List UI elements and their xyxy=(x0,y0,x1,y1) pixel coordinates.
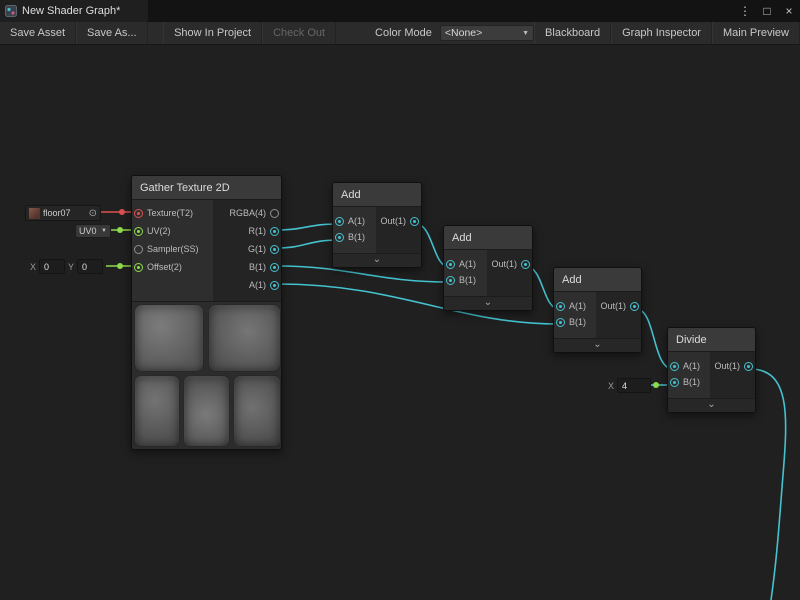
input-row-sampler: Sampler(SS) xyxy=(132,240,213,258)
out-output-port[interactable] xyxy=(521,260,530,269)
collapse-chevron-icon[interactable]: ⌄ xyxy=(444,296,532,310)
input-row-b: B(1) xyxy=(333,229,376,245)
b-output-port[interactable] xyxy=(270,263,279,272)
out-output-port[interactable] xyxy=(630,302,639,311)
uv-channel-dropdown[interactable]: UV0 ▼ xyxy=(75,224,111,238)
shader-graph-icon xyxy=(5,5,17,17)
node-title[interactable]: Divide xyxy=(668,328,755,352)
output-row-a: A(1) xyxy=(213,276,281,294)
save-asset-button[interactable]: Save Asset xyxy=(0,22,76,44)
b-input-port[interactable] xyxy=(446,276,455,285)
out-output-port[interactable] xyxy=(744,362,753,371)
b-input-port[interactable] xyxy=(556,318,565,327)
graph-tab[interactable]: New Shader Graph* xyxy=(0,0,148,22)
offset-input-port[interactable] xyxy=(134,263,143,272)
node-title[interactable]: Gather Texture 2D xyxy=(132,176,281,200)
check-out-button: Check Out xyxy=(262,22,336,44)
node-divide[interactable]: Divide A(1) B(1) Out(1) ⌄ xyxy=(667,327,756,413)
divide-b-field: X 4 xyxy=(608,378,651,393)
node-add-2[interactable]: Add A(1) B(1) Out(1) ⌄ xyxy=(443,225,533,311)
collapse-chevron-icon[interactable]: ⌄ xyxy=(333,253,421,267)
node-add-3[interactable]: Add A(1) B(1) Out(1) ⌄ xyxy=(553,267,642,353)
input-row-a: A(1) xyxy=(554,298,596,314)
a-input-port[interactable] xyxy=(670,362,679,371)
divide-b-label: X xyxy=(608,381,614,391)
input-row-a: A(1) xyxy=(444,256,487,272)
node-title[interactable]: Add xyxy=(554,268,641,292)
output-row-out: Out(1) xyxy=(710,358,755,374)
offset-y-label: Y xyxy=(68,262,74,272)
a-output-port[interactable] xyxy=(270,281,279,290)
node-title[interactable]: Add xyxy=(333,183,421,207)
output-row-rgba: RGBA(4) xyxy=(213,204,281,222)
input-row-offset: Offset(2) xyxy=(132,258,213,276)
output-row-g: G(1) xyxy=(213,240,281,258)
color-mode-label: Color Mode xyxy=(367,22,440,44)
output-row-r: R(1) xyxy=(213,222,281,240)
input-row-b: B(1) xyxy=(444,272,487,288)
b-input-port[interactable] xyxy=(335,233,344,242)
r-output-port[interactable] xyxy=(270,227,279,236)
collapse-chevron-icon[interactable]: ⌄ xyxy=(668,398,755,412)
b-input-port[interactable] xyxy=(670,378,679,387)
offset-x-label: X xyxy=(30,262,36,272)
window-maximize-icon[interactable]: □ xyxy=(760,4,774,18)
texture-object-field[interactable]: floor07 ⊙ xyxy=(25,205,101,221)
save-as-button[interactable]: Save As... xyxy=(76,22,148,44)
input-row-a: A(1) xyxy=(333,213,376,229)
uv-input-port[interactable] xyxy=(134,227,143,236)
offset-x-input[interactable]: 0 xyxy=(39,259,65,274)
input-row-texture: Texture(T2) xyxy=(132,204,213,222)
window-menu-icon[interactable]: ⋮ xyxy=(738,4,752,18)
object-picker-icon[interactable]: ⊙ xyxy=(89,208,97,219)
dropdown-arrow-icon: ▼ xyxy=(522,30,529,37)
divide-b-input[interactable]: 4 xyxy=(617,378,651,393)
input-row-b: B(1) xyxy=(668,374,710,390)
texture-preview xyxy=(132,301,281,449)
color-mode-dropdown[interactable]: <None> ▼ xyxy=(440,25,534,41)
output-row-out: Out(1) xyxy=(487,256,532,272)
graph-inspector-toggle-button[interactable]: Graph Inspector xyxy=(611,22,712,44)
g-output-port[interactable] xyxy=(270,245,279,254)
texture-input-port[interactable] xyxy=(134,209,143,218)
a-input-port[interactable] xyxy=(556,302,565,311)
input-row-b: B(1) xyxy=(554,314,596,330)
offset-vector2-field: X 0 Y 0 xyxy=(30,259,103,274)
output-row-b: B(1) xyxy=(213,258,281,276)
toolbar: Save Asset Save As... Show In Project Ch… xyxy=(0,22,800,45)
out-output-port[interactable] xyxy=(410,217,419,226)
color-mode-value: <None> xyxy=(445,27,522,39)
output-row-out: Out(1) xyxy=(376,213,421,229)
sampler-input-port[interactable] xyxy=(134,245,143,254)
input-row-uv: UV(2) xyxy=(132,222,213,240)
node-title[interactable]: Add xyxy=(444,226,532,250)
node-gather-texture-2d[interactable]: Gather Texture 2D Texture(T2) UV(2) Samp… xyxy=(131,175,282,450)
output-row-out: Out(1) xyxy=(596,298,641,314)
offset-y-input[interactable]: 0 xyxy=(77,259,103,274)
texture-thumbnail xyxy=(29,208,40,219)
texture-name: floor07 xyxy=(43,208,86,218)
window-close-icon[interactable]: × xyxy=(782,4,796,18)
graph-canvas[interactable] xyxy=(0,45,800,600)
blackboard-toggle-button[interactable]: Blackboard xyxy=(534,22,611,44)
main-preview-toggle-button[interactable]: Main Preview xyxy=(712,22,800,44)
window-title: New Shader Graph* xyxy=(22,5,120,17)
a-input-port[interactable] xyxy=(335,217,344,226)
dropdown-arrow-icon: ▼ xyxy=(101,228,107,234)
window-titlebar: New Shader Graph* ⋮ □ × xyxy=(0,0,800,22)
a-input-port[interactable] xyxy=(446,260,455,269)
input-row-a: A(1) xyxy=(668,358,710,374)
node-add-1[interactable]: Add A(1) B(1) Out(1) ⌄ xyxy=(332,182,422,268)
collapse-chevron-icon[interactable]: ⌄ xyxy=(554,338,641,352)
rgba-output-port[interactable] xyxy=(270,209,279,218)
uv-channel-value: UV0 xyxy=(79,226,97,236)
show-in-project-button[interactable]: Show In Project xyxy=(163,22,262,44)
